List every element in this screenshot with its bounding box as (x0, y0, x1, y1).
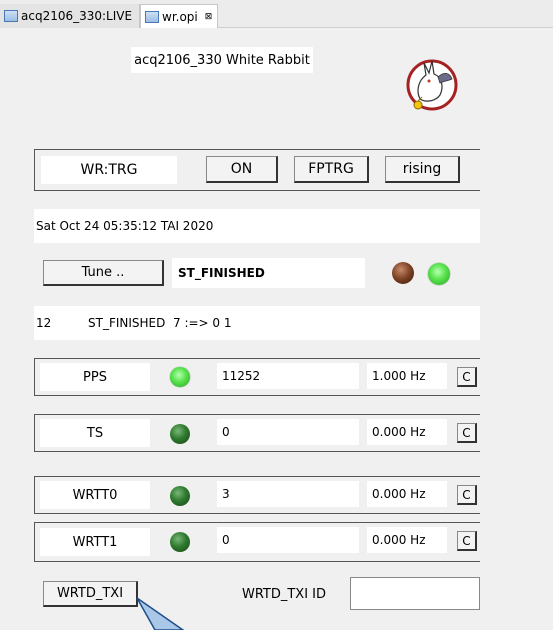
status-text: ST_FINISHED 7 :=> 0 1 (88, 316, 232, 330)
counter-name: WRTT0 (40, 481, 150, 509)
tune-status: ST_FINISHED (172, 258, 365, 288)
tab-wr-opi[interactable]: wr.opi ⊠ (140, 4, 218, 28)
counter-rate: 0.000 Hz (367, 419, 447, 445)
close-icon[interactable]: ⊠ (205, 12, 213, 22)
wrtd-txi-id-input[interactable] (350, 577, 480, 610)
led-on-icon (170, 367, 190, 387)
trigger-name: WR:TRG (41, 156, 177, 184)
trigger-source-button[interactable]: FPTRG (294, 156, 369, 183)
tab-wr-opi-label: wr.opi (162, 9, 198, 24)
counter-value: 0 (217, 419, 359, 445)
trigger-state-button[interactable]: ON (206, 156, 278, 183)
white-rabbit-logo (406, 59, 458, 111)
tune-brown-led-icon (392, 262, 414, 284)
display-icon (145, 10, 159, 23)
counter-value: 11252 (217, 363, 359, 389)
page-title: acq2106_330 White Rabbit (131, 47, 313, 73)
tune-green-led-icon (428, 263, 450, 285)
counter-value: 0 (217, 527, 359, 553)
tab-live-label: acq2106_330:LIVE (21, 9, 133, 23)
counter-name: TS (40, 419, 150, 447)
counter-rate: 0.000 Hz (367, 481, 447, 507)
counter-name: PPS (40, 363, 150, 391)
counter-value: 3 (217, 481, 359, 507)
timestamp-display: Sat Oct 24 05:35:12 TAI 2020 (34, 209, 480, 243)
led-off-icon (170, 486, 190, 506)
mouse-cursor-icon (136, 597, 185, 630)
trigger-edge-button[interactable]: rising (385, 156, 460, 183)
status-line: 12 ST_FINISHED 7 :=> 0 1 (34, 306, 480, 340)
counter-rate: 1.000 Hz (367, 363, 447, 389)
wrtd-txi-id-label: WRTD_TXI ID (241, 586, 327, 602)
status-number: 12 (36, 316, 52, 330)
clear-button[interactable]: C (457, 367, 477, 387)
clear-button[interactable]: C (457, 485, 477, 505)
tab-live[interactable]: acq2106_330:LIVE (0, 4, 140, 28)
tune-button[interactable]: Tune .. (43, 260, 164, 286)
led-off-icon (170, 532, 190, 552)
clear-button[interactable]: C (457, 423, 477, 443)
display-icon (4, 10, 18, 22)
counter-rate: 0.000 Hz (367, 527, 447, 553)
led-off-icon (170, 424, 190, 444)
wrtd-txi-button[interactable]: WRTD_TXI (43, 581, 138, 607)
counter-name: WRTT1 (40, 528, 150, 556)
clear-button[interactable]: C (457, 531, 477, 551)
